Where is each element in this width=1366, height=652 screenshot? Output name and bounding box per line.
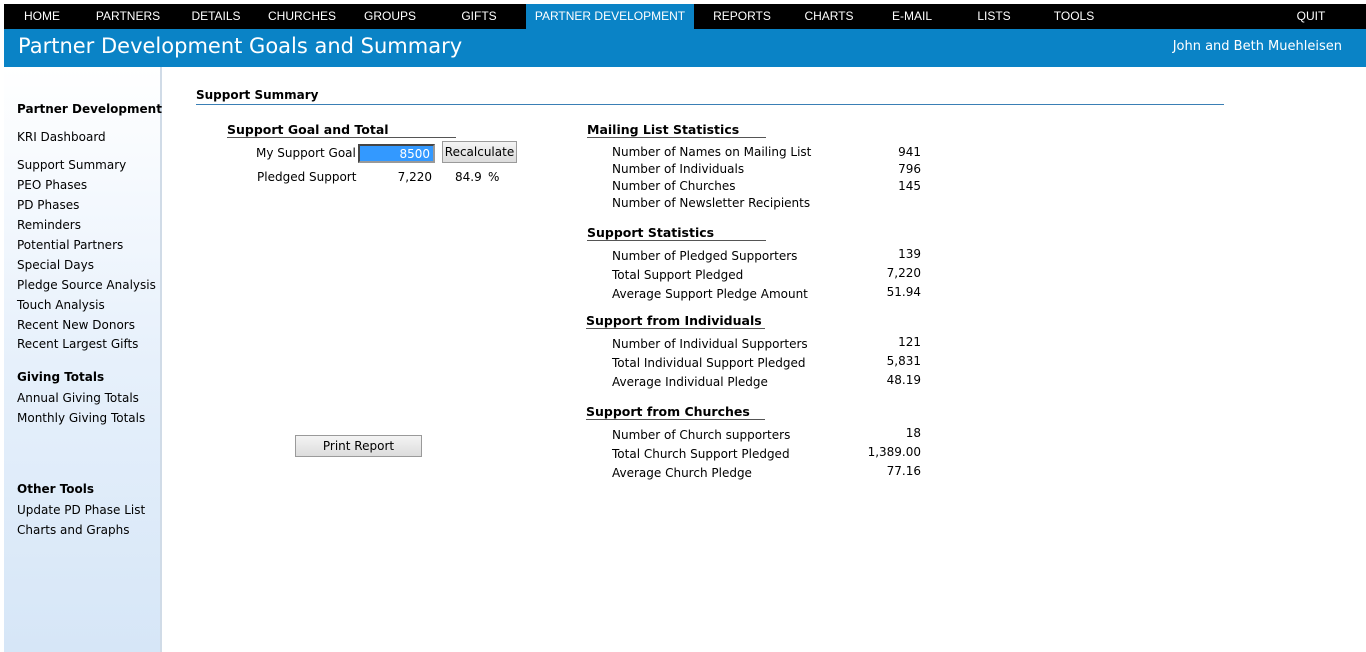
sidebar-item-special-days[interactable]: Special Days [17,258,94,272]
nav-home[interactable]: HOME [4,4,80,29]
nav-lists[interactable]: LISTS [966,4,1022,29]
stat-label: Total Church Support Pledged [612,447,790,461]
user-name: John and Beth Muehleisen [1172,39,1342,54]
stat-value: 121 [898,335,921,349]
title-bar: Partner Development Goals and Summary Jo… [4,29,1366,67]
sidebar-item-peo-phases[interactable]: PEO Phases [17,178,87,192]
stat-value: 5,831 [886,354,921,368]
stat-value: 18 [905,426,921,440]
sidebar-item-reminders[interactable]: Reminders [17,218,81,232]
mailing-stats-divider [587,137,766,138]
support-goal-input[interactable] [358,144,435,163]
sidebar-heading-other-tools: Other Tools [17,482,95,496]
stat-label: Number of Individual Supporters [612,337,808,351]
individual-support-title: Support from Individuals [586,313,762,328]
support-goal-divider [227,137,456,138]
stat-value: 1,389.00 [867,445,921,459]
sidebar-item-update-pd-phase-list[interactable]: Update PD Phase List [17,503,145,517]
support-stats-divider [587,240,766,241]
support-goal-label: My Support Goal [256,146,356,160]
sidebar-item-annual-giving-totals[interactable]: Annual Giving Totals [17,391,139,405]
sidebar-heading-partner-development: Partner Development [17,102,162,116]
stat-label: Number of Newsletter Recipients [612,196,811,210]
sidebar-item-charts-and-graphs[interactable]: Charts and Graphs [17,523,130,537]
pledged-percent-value: 84.9 [455,170,482,184]
stat-label: Number of Individuals [612,162,745,176]
sidebar-item-support-summary[interactable]: Support Summary [17,158,126,172]
stat-label: Number of Names on Mailing List [612,145,812,159]
sidebar-item-monthly-giving-totals[interactable]: Monthly Giving Totals [17,411,145,425]
page-title: Partner Development Goals and Summary [18,34,463,58]
nav-gifts[interactable]: GIFTS [448,4,510,29]
nav-email[interactable]: E-MAIL [880,4,944,29]
sidebar-item-pd-phases[interactable]: PD Phases [17,198,79,212]
sidebar-item-touch-analysis[interactable]: Touch Analysis [17,298,105,312]
mailing-stats-title: Mailing List Statistics [587,122,740,137]
stat-value: 796 [898,162,921,176]
sidebar-heading-giving-totals: Giving Totals [17,370,105,384]
section-title: Support Summary [196,88,319,102]
sidebar-item-recent-largest-gifts[interactable]: Recent Largest Gifts [17,337,138,351]
stat-label: Average Individual Pledge [612,375,768,389]
nav-partner-development[interactable]: PARTNER DEVELOPMENT [526,4,694,29]
stat-value: 48.19 [886,373,921,387]
stat-label: Total Support Pledged [612,268,744,282]
sidebar-item-recent-new-donors[interactable]: Recent New Donors [17,318,135,332]
print-report-button[interactable]: Print Report [295,435,422,457]
sidebar: Partner Development KRI Dashboard Suppor… [4,67,162,652]
individual-support-divider [586,328,765,329]
support-goal-title: Support Goal and Total [227,122,389,137]
sidebar-item-kri-dashboard[interactable]: KRI Dashboard [17,130,106,144]
nav-details[interactable]: DETAILS [180,4,252,29]
stat-value: 139 [898,247,921,261]
stat-label: Number of Pledged Supporters [612,249,798,263]
nav-partners[interactable]: PARTNERS [88,4,168,29]
percent-sign: % [488,170,500,184]
church-support-title: Support from Churches [586,404,750,419]
church-support-divider [586,419,765,420]
stat-value: 941 [898,145,921,159]
support-stats-title: Support Statistics [587,225,715,240]
stat-value: 145 [898,179,921,193]
recalculate-button[interactable]: Recalculate [442,141,517,163]
stat-label: Average Support Pledge Amount [612,287,808,301]
stat-label: Average Church Pledge [612,466,752,480]
stat-value: 77.16 [886,464,921,478]
sidebar-item-pledge-source-analysis[interactable]: Pledge Source Analysis [17,278,156,292]
nav-quit[interactable]: QUIT [1286,4,1336,29]
nav-reports[interactable]: REPORTS [704,4,780,29]
nav-tools[interactable]: TOOLS [1044,4,1104,29]
nav-churches[interactable]: CHURCHES [260,4,344,29]
pledged-support-value: 7,220 [397,170,432,184]
pledged-support-label: Pledged Support [257,170,357,184]
stat-label: Number of Church supporters [612,428,791,442]
stat-label: Total Individual Support Pledged [612,356,806,370]
top-nav: HOME PARTNERS DETAILS CHURCHES GROUPS GI… [4,4,1366,29]
nav-charts[interactable]: CHARTS [794,4,864,29]
nav-groups[interactable]: GROUPS [356,4,424,29]
section-divider [196,104,1224,105]
stat-value: 7,220 [886,266,921,280]
stat-label: Number of Churches [612,179,736,193]
sidebar-item-potential-partners[interactable]: Potential Partners [17,238,123,252]
stat-value: 51.94 [886,285,921,299]
